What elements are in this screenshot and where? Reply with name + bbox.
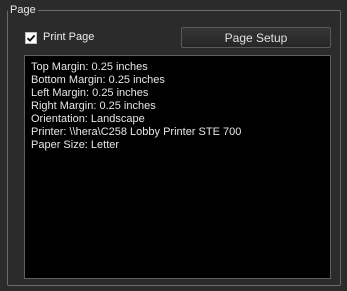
orientation-text: Orientation: Landscape — [31, 113, 145, 125]
right-margin-text: Right Margin: 0.25 inches — [31, 100, 156, 112]
checkbox-box[interactable] — [25, 31, 37, 44]
printer-text: Printer: \\hera\C258 Lobby Printer STE 7… — [31, 126, 242, 138]
bottom-margin-text: Bottom Margin: 0.25 inches — [31, 74, 165, 86]
top-margin-text: Top Margin: 0.25 inches — [31, 61, 148, 73]
page-setup-button[interactable]: Page Setup — [181, 27, 331, 48]
print-page-checkbox[interactable]: Print Page — [25, 30, 94, 45]
page-group-title: Page — [8, 3, 38, 17]
page-info-panel: Top Margin: 0.25 inches Bottom Margin: 0… — [24, 55, 331, 279]
checkmark-icon — [26, 34, 36, 42]
left-margin-text: Left Margin: 0.25 inches — [31, 87, 149, 99]
print-page-label: Print Page — [43, 31, 95, 43]
paper-size-text: Paper Size: Letter — [31, 139, 120, 151]
